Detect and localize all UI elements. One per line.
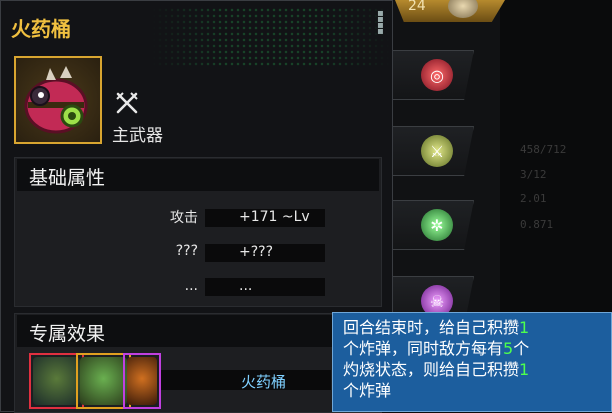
- stat-value-attack: +171 ~Lv: [205, 209, 325, 227]
- tooltip-line-4: 个炸弹: [343, 381, 392, 400]
- stat-value-ellipsis: ...: [205, 278, 325, 296]
- tooltip-number: 5: [503, 339, 514, 358]
- item-portrait: [14, 56, 102, 144]
- skill-button-blade[interactable]: ⚔: [392, 126, 474, 176]
- unit-portrait-icon: [80, 357, 127, 405]
- weapon-type-label: 主武器: [112, 126, 163, 146]
- level-number: 24: [408, 0, 426, 14]
- tooltip-number: 1: [519, 318, 530, 337]
- powder-keg-creature-icon: [24, 66, 88, 134]
- item-title: 火药桶: [11, 17, 71, 41]
- effect-tooltip: 回合结束时，给自己积攒1 个炸弹，同时敌方每有5个 灼烧状态，则给自己积攒1 个…: [332, 312, 612, 412]
- skill-button-target[interactable]: ◎: [392, 50, 474, 100]
- stat-value-text: ...: [239, 278, 253, 294]
- tree-skill-icon: ✲: [421, 209, 453, 241]
- tooltip-line-1: 回合结束时，给自己积攒1: [343, 318, 530, 337]
- ghost-stat: 458/712: [520, 143, 567, 156]
- ghost-stat: 3/12: [520, 168, 547, 181]
- exclusive-effect-title: 专属效果: [29, 323, 106, 345]
- stat-label-ellipsis: ...: [184, 278, 198, 294]
- blade-skill-icon: ⚔: [421, 135, 453, 167]
- effect-name: 火药桶: [241, 373, 287, 391]
- stat-value-unknown: +???: [205, 244, 325, 262]
- tooltip-number: 1: [519, 360, 530, 379]
- grid-dots-icon: ▪ ▪ ▪ ▪: [377, 8, 385, 37]
- stat-label-attack: 攻击: [170, 210, 198, 226]
- stat-label-unknown: ???: [175, 243, 198, 259]
- ghost-stat: 0.871: [520, 218, 554, 231]
- stat-value-text: +171 ~Lv: [239, 209, 310, 225]
- tooltip-line-2: 个炸弹，同时敌方每有5个: [343, 339, 530, 358]
- target-skill-icon: ◎: [421, 59, 453, 91]
- unit-portrait-icon: [33, 357, 80, 405]
- skill-button-tree[interactable]: ✲: [392, 200, 474, 250]
- crossed-swords-icon: [115, 91, 139, 120]
- unit-card-3[interactable]: [123, 353, 161, 409]
- basic-attributes-title: 基础属性: [29, 167, 106, 189]
- tooltip-line-3: 灼烧状态，则给自己积攒1: [343, 360, 530, 379]
- stat-value-text: +???: [239, 244, 274, 260]
- unit-portrait-icon: [127, 357, 157, 405]
- ghost-stat: 2.01: [520, 192, 547, 205]
- pixel-decoration: [151, 7, 391, 67]
